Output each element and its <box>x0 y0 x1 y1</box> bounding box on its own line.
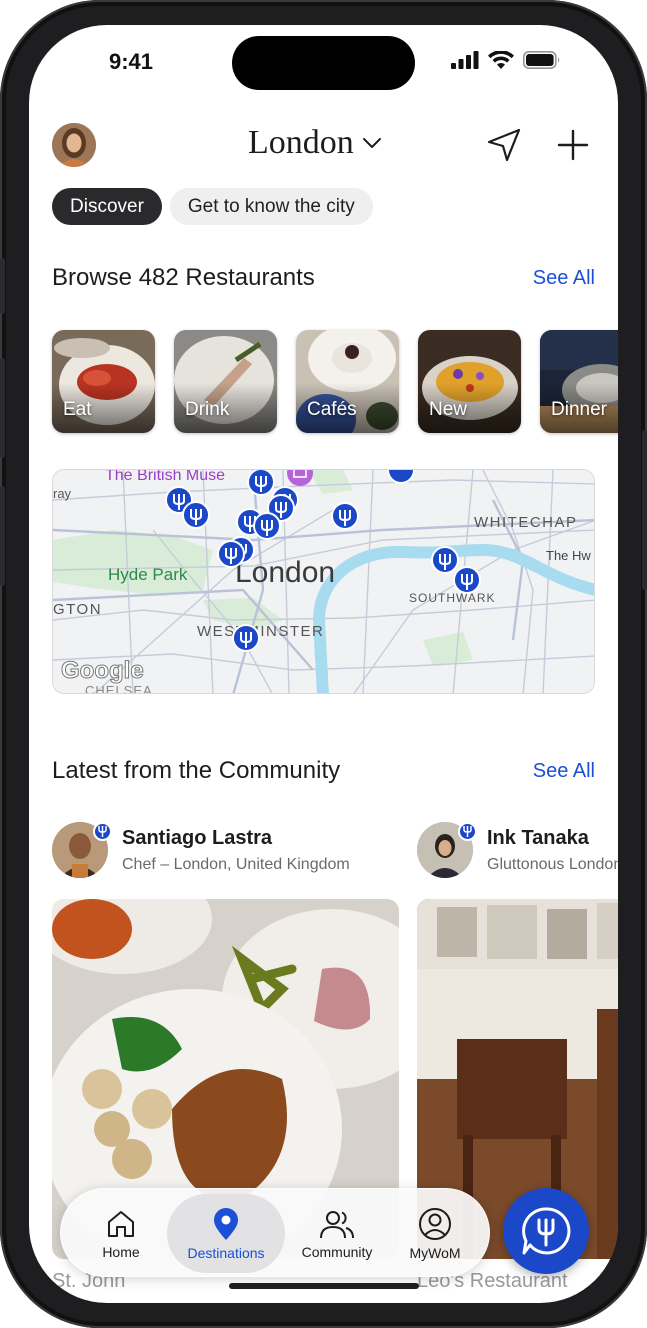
map-label-ray: ray <box>53 486 72 501</box>
header: London <box>29 120 618 170</box>
tab-mywom[interactable]: MyWoM <box>395 1194 475 1273</box>
verified-fork-badge-icon <box>93 822 112 841</box>
city-name: London <box>248 124 354 161</box>
map-label-london: London <box>235 556 335 589</box>
map-label-kensington: GTON <box>53 601 102 618</box>
tab-label: Home <box>102 1243 140 1260</box>
verified-fork-badge-icon <box>458 822 477 841</box>
category-row: Eat Drink Cafés New Dinner <box>52 330 618 433</box>
map-label-whitechapel: WHITECHAP <box>474 514 578 531</box>
restaurant-pin-icon[interactable] <box>182 501 210 529</box>
restaurant-map[interactable]: The British Muse ray Hyde Park London WH… <box>52 469 595 694</box>
app-screen: 9:41 London Discover Get to know the cit… <box>29 25 618 1303</box>
restaurant-pin-icon[interactable] <box>247 470 275 496</box>
post-header: Ink Tanaka Gluttonous London <box>417 822 618 882</box>
map-label-westminster: WESTMINSTER <box>197 623 324 640</box>
category-dinner[interactable]: Dinner <box>540 330 618 433</box>
chip-get-to-know-city[interactable]: Get to know the city <box>169 188 373 225</box>
battery-icon <box>523 51 560 69</box>
add-button[interactable] <box>553 125 593 165</box>
restaurant-pin-icon[interactable] <box>217 540 245 568</box>
restaurant-pin-icon[interactable] <box>331 502 359 530</box>
status-bar: 9:41 <box>29 25 618 105</box>
post-author-subtitle: Gluttonous London <box>487 856 618 873</box>
restaurant-pin-icon[interactable] <box>431 546 459 574</box>
tab-bar: Home Destinations Community MyWoM <box>60 1188 490 1277</box>
tab-destinations[interactable]: Destinations <box>167 1194 285 1273</box>
category-eat[interactable]: Eat <box>52 330 155 433</box>
tab-home[interactable]: Home <box>83 1194 159 1273</box>
tab-community[interactable]: Community <box>287 1194 387 1273</box>
wifi-icon <box>488 51 514 69</box>
location-button[interactable] <box>484 125 524 165</box>
tab-label: MyWoM <box>409 1244 461 1261</box>
map-label-park: Hyde Park <box>108 565 188 584</box>
browse-title: Browse 482 Restaurants <box>52 264 315 291</box>
signal-icon <box>451 51 479 69</box>
browse-see-all-link[interactable]: See All <box>533 267 595 290</box>
fork-chat-icon <box>522 1207 571 1255</box>
community-title: Latest from the Community <box>52 757 341 784</box>
action-button <box>0 258 5 314</box>
map-label-chelsea: CHELSEA <box>85 683 153 694</box>
post-author-subtitle: Chef – London, United Kingdom <box>122 856 350 873</box>
status-time: 9:41 <box>109 49 154 74</box>
post-author-name: Santiago Lastra <box>122 827 273 849</box>
status-icons <box>451 51 561 69</box>
side-button <box>642 430 647 590</box>
tab-label: Destinations <box>187 1244 265 1261</box>
home-icon <box>108 1210 134 1237</box>
category-cafes[interactable]: Cafés <box>296 330 399 433</box>
restaurant-pin-icon[interactable] <box>253 512 281 540</box>
plus-icon <box>557 129 589 161</box>
volume-up-button <box>0 358 5 458</box>
category-label: Drink <box>185 399 230 420</box>
map-label-museum: The British Muse <box>105 470 225 484</box>
profile-avatar[interactable] <box>52 123 96 167</box>
community-see-all-link[interactable]: See All <box>533 760 595 783</box>
tab-label: Community <box>301 1243 373 1260</box>
restaurant-pin-icon[interactable] <box>232 624 260 652</box>
category-label: New <box>429 399 468 420</box>
category-drink[interactable]: Drink <box>174 330 277 433</box>
location-arrow-icon <box>487 128 521 162</box>
profile-photo <box>52 123 96 167</box>
post-author-name: Ink Tanaka <box>487 827 589 849</box>
dynamic-island <box>232 36 415 90</box>
chip-discover[interactable]: Discover <box>52 188 162 225</box>
user-circle-icon <box>419 1207 451 1240</box>
restaurant-pin-icon[interactable] <box>453 566 481 594</box>
category-label: Cafés <box>307 399 357 420</box>
map-canvas: The British Muse ray Hyde Park London WH… <box>53 470 594 694</box>
phone-frame: 9:41 London Discover Get to know the cit… <box>0 0 647 1328</box>
volume-down-button <box>0 486 5 586</box>
chevron-down-icon <box>362 138 381 148</box>
city-selector[interactable]: London <box>248 124 382 162</box>
category-label: Eat <box>63 399 92 420</box>
category-new[interactable]: New <box>418 330 521 433</box>
category-label: Dinner <box>551 399 607 420</box>
map-label-southwark: SOUTHWARK <box>409 591 496 605</box>
chat-fab-button[interactable] <box>503 1188 589 1274</box>
people-icon <box>320 1210 354 1238</box>
map-label-the-hw: The Hw <box>546 548 591 563</box>
post-header: Santiago Lastra Chef – London, United Ki… <box>52 822 399 882</box>
chip-row: Discover Get to know the city <box>52 188 373 225</box>
home-indicator <box>229 1283 419 1289</box>
google-logo: Google <box>61 657 144 684</box>
location-pin-icon <box>214 1207 238 1240</box>
